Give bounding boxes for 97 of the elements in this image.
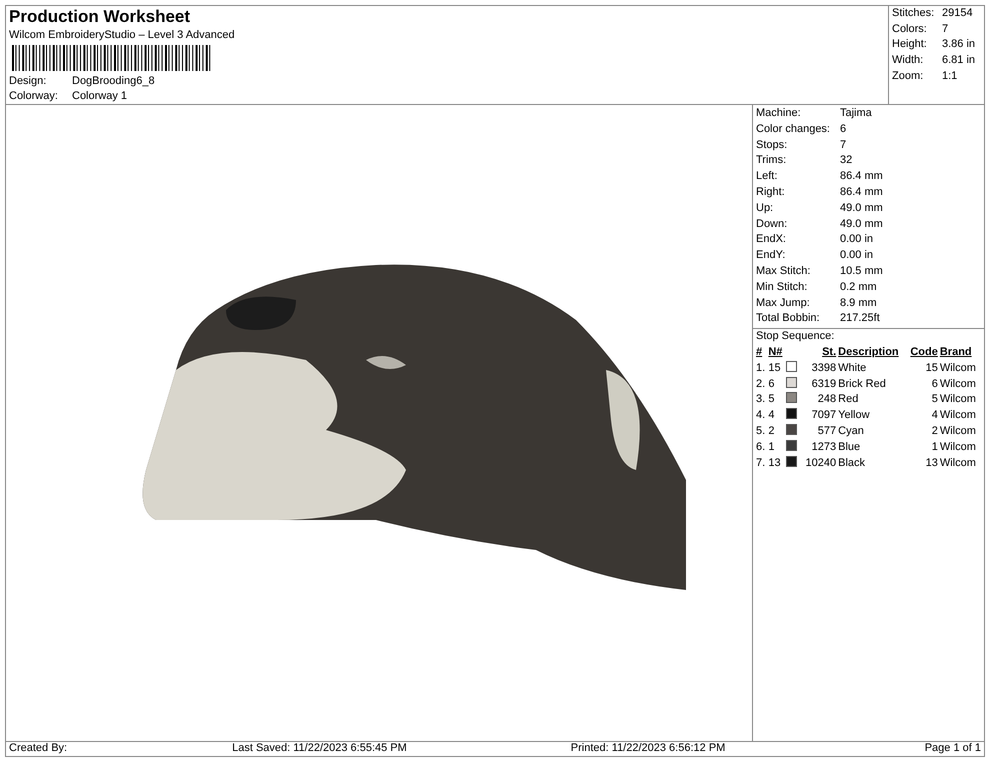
table-cell: 13 xyxy=(768,456,786,472)
table-cell: 3. xyxy=(756,392,768,408)
detail-label: Max Stitch: xyxy=(756,264,812,279)
detail-value: 32 xyxy=(840,154,852,166)
table-cell-text: Wilcom xyxy=(940,392,977,408)
column-header: Brand xyxy=(940,344,973,360)
detail-label: Stops: xyxy=(756,138,788,153)
field-label: Colorway: xyxy=(9,89,59,104)
table-cell-text: Wilcom xyxy=(940,440,977,455)
table-cell-text: Blue xyxy=(838,440,862,455)
detail-value: 8.9 mm xyxy=(840,296,877,309)
detail-value: 0.2 mm xyxy=(840,280,877,293)
table-cell-text: Wilcom xyxy=(940,360,977,376)
table-cell: 6 xyxy=(907,376,940,392)
summary-value: 6.81 in xyxy=(942,54,976,66)
table-cell: 1 xyxy=(768,440,786,456)
summary-value: 1:1 xyxy=(942,70,958,82)
column-header: St. xyxy=(821,344,838,360)
table-cell-text: Wilcom xyxy=(940,424,977,439)
table-cell: 4. xyxy=(756,408,768,424)
table-cell: 2 xyxy=(907,424,940,440)
last-saved-text: Last Saved: 11/22/2023 6:55:45 PM xyxy=(232,742,407,756)
detail-label: Down: xyxy=(756,216,788,232)
summary-label: Zoom: xyxy=(892,68,924,84)
detail-label: EndX: xyxy=(756,232,787,248)
printed-text: Printed: 11/22/2023 6:56:12 PM xyxy=(570,742,726,756)
field-value: Colorway 1 xyxy=(72,90,128,102)
table-cell: 1 xyxy=(907,440,940,456)
summary-label: Stitches: xyxy=(892,6,936,21)
detail-label: Trims: xyxy=(756,153,788,168)
table-cell-text: 6319 xyxy=(810,376,838,392)
table-cell-text: Brick Red xyxy=(838,376,887,392)
table-cell: 13 xyxy=(907,456,940,472)
detail-label: Up: xyxy=(756,200,774,216)
table-cell-text: Wilcom xyxy=(940,376,977,392)
table-cell-text: 7097 xyxy=(810,408,838,424)
table-cell-text: Black xyxy=(838,456,866,471)
table-cell-text: 1. xyxy=(756,360,766,376)
detail-value: 7 xyxy=(840,138,846,151)
table-cell-text: 6. xyxy=(756,440,766,455)
table-cell: 2 xyxy=(768,424,786,440)
table-cell-text: Red xyxy=(838,392,860,408)
table-cell-text: Cyan xyxy=(838,424,865,439)
detail-value: 0.00 in xyxy=(840,233,874,246)
table-cell: 4 xyxy=(907,408,940,424)
detail-value: 49.0 mm xyxy=(840,202,883,214)
table-cell-text: 7. xyxy=(756,456,766,471)
detail-label: Total Bobbin: xyxy=(756,311,821,326)
page-number: Page 1 of 1 xyxy=(924,742,981,756)
summary-label: Height: xyxy=(892,37,928,52)
detail-label: Right: xyxy=(756,184,786,200)
detail-label: EndY: xyxy=(756,248,786,264)
table-cell: 15 xyxy=(768,360,786,377)
summary-label: Width: xyxy=(892,53,924,68)
detail-label: Left: xyxy=(756,169,778,184)
column-header: Description xyxy=(838,344,900,360)
table-cell-text: 577 xyxy=(816,424,838,439)
summary-value: 7 xyxy=(942,22,948,35)
summary-value: 3.86 in xyxy=(942,38,976,50)
table-cell-text: Yellow xyxy=(838,408,871,424)
field-value: DogBrooding6_8 xyxy=(72,75,155,87)
field-label: Design: xyxy=(9,74,48,89)
table-cell: 5. xyxy=(756,424,768,440)
table-cell: 6 xyxy=(768,376,786,392)
section-title: Stop Sequence: xyxy=(756,329,836,344)
detail-value: 86.4 mm xyxy=(840,186,883,198)
table-cell-text: 1273 xyxy=(810,440,838,455)
table-cell-text: Wilcom xyxy=(940,408,977,424)
summary-value: 29154 xyxy=(942,7,973,19)
table-cell: 4 xyxy=(768,408,786,424)
detail-value: 6 xyxy=(840,122,846,135)
worksheet-title: Production Worksheet xyxy=(9,7,192,27)
detail-label: Color changes: xyxy=(756,122,831,137)
detail-value: 10.5 mm xyxy=(840,264,883,277)
created-by-label: Created By: xyxy=(9,742,68,756)
detail-label: Max Jump: xyxy=(756,296,811,311)
table-cell-text: Wilcom xyxy=(940,456,977,471)
table-cell-text: 3398 xyxy=(810,360,838,376)
column-header: # xyxy=(756,344,768,361)
column-header: N# xyxy=(768,344,786,361)
detail-value: 0.00 in xyxy=(840,249,874,262)
table-cell-text: 10240 xyxy=(804,456,838,471)
detail-value: 49.0 mm xyxy=(840,218,883,230)
detail-value: 217.25ft xyxy=(840,312,880,324)
table-cell: 2. xyxy=(756,376,768,392)
detail-value: Tajima xyxy=(840,107,872,119)
summary-label: Colors: xyxy=(892,22,928,37)
table-cell: 15 xyxy=(907,360,940,377)
table-cell: 5 xyxy=(907,392,940,408)
detail-value: 86.4 mm xyxy=(840,170,883,182)
table-cell-text: 248 xyxy=(816,392,838,408)
table-cell: 5 xyxy=(768,392,786,408)
software-name: Wilcom EmbroideryStudio – Level 3 Advanced xyxy=(9,28,236,43)
column-header: Code xyxy=(907,344,940,361)
detail-label: Machine: xyxy=(756,106,802,121)
table-cell-text: White xyxy=(838,360,868,376)
detail-label: Min Stitch: xyxy=(756,280,808,295)
